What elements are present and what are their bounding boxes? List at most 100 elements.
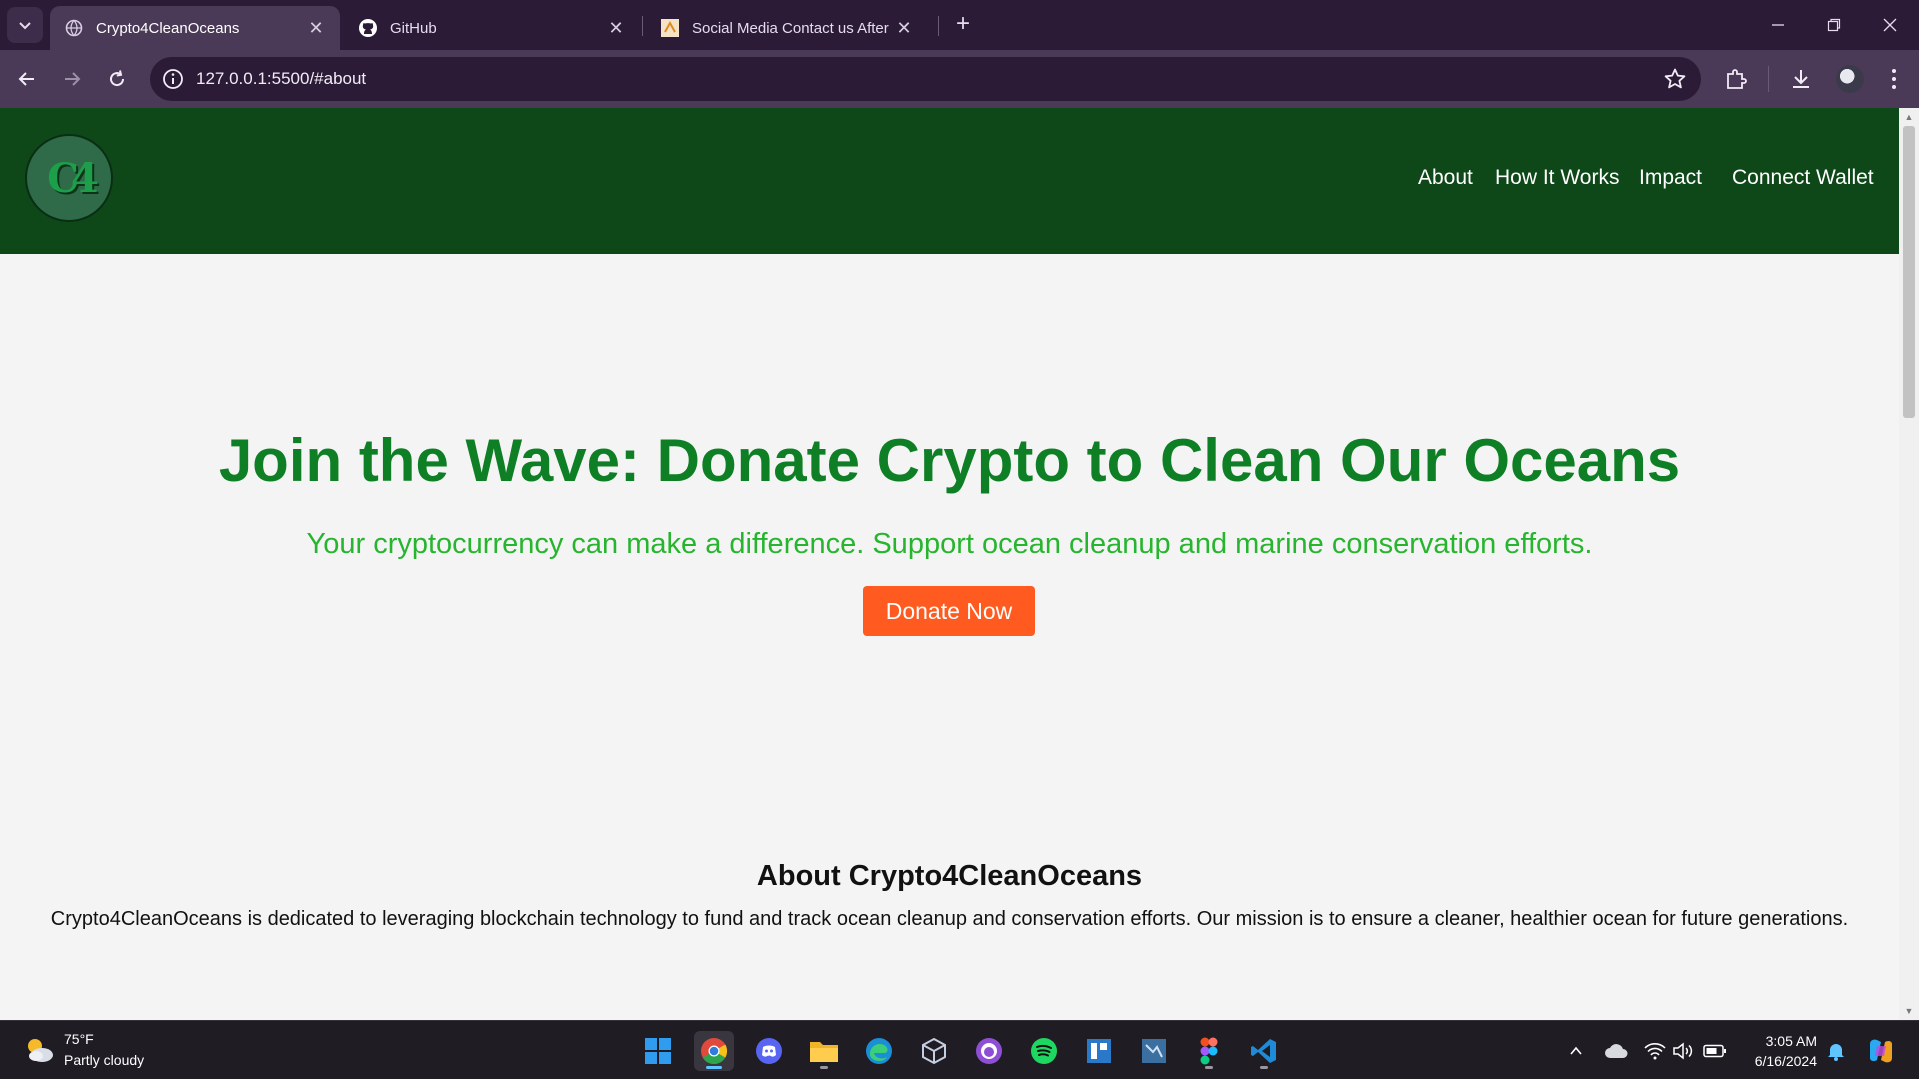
weather-temperature[interactable]: 75°F [64,1031,94,1047]
close-window-button[interactable] [1862,0,1918,50]
taskbar-github-desktop[interactable] [969,1031,1009,1071]
windows-logo-icon [645,1038,671,1064]
more-vertical-icon [1892,69,1896,89]
taskbar-discord[interactable] [749,1031,789,1071]
wifi-icon [1644,1043,1666,1060]
arrow-right-icon [65,72,81,86]
taskbar-chrome[interactable] [694,1031,734,1071]
tab-social-media[interactable]: Social Media Contact us After E ✕ [646,6,928,50]
tab-title: Social Media Contact us After E [692,19,894,37]
url-text[interactable]: 127.0.0.1:5500/#about [196,69,366,89]
tab-title: Crypto4CleanOceans [96,19,240,37]
taskbar-figma[interactable] [1189,1031,1229,1071]
close-icon [1883,18,1897,32]
show-hidden-icons-button[interactable] [1564,1039,1588,1063]
cloud-icon [1605,1044,1628,1058]
reload-icon [110,70,125,87]
nav-how-it-works[interactable]: How It Works [1495,166,1619,190]
chevron-down-icon [19,22,31,30]
toolbar-separator [1768,66,1769,92]
github-desktop-icon [976,1038,1002,1064]
site-logo[interactable]: C4 [25,134,113,222]
scrollbar-thumb[interactable] [1903,126,1915,418]
globe-icon [64,18,84,38]
weather-partly-cloudy-icon[interactable] [22,1033,56,1067]
new-tab-button[interactable]: + [948,10,978,40]
clock-date[interactable]: 6/16/2024 [1755,1053,1817,1069]
spotify-icon [1031,1038,1057,1064]
taskbar-edge[interactable] [859,1031,899,1071]
volume-tray[interactable] [1671,1039,1695,1063]
chevron-up-icon [1570,1046,1582,1055]
minimize-button[interactable] [1750,0,1806,50]
github-icon [358,18,378,38]
copilot-button[interactable] [1866,1036,1896,1066]
clock-time[interactable]: 3:05 AM [1766,1033,1817,1049]
scroll-up-arrow-icon[interactable]: ▲ [1904,112,1914,122]
reload-button[interactable] [100,62,134,96]
arrow-left-icon [18,72,34,86]
puzzle-icon [1727,69,1747,89]
profile-avatar[interactable] [1836,65,1864,93]
logo-text: C4 [47,154,99,202]
chrome-icon [701,1038,728,1065]
hero-subtitle: Your cryptocurrency can make a differenc… [306,528,1593,560]
tab-separator [938,16,939,36]
close-tab-icon[interactable]: ✕ [606,18,626,39]
onedrive-tray[interactable] [1604,1039,1628,1063]
battery-icon [1703,1044,1726,1058]
battery-tray[interactable] [1703,1039,1727,1063]
running-indicator [1260,1066,1268,1069]
extensions-button[interactable] [1722,65,1750,93]
running-indicator [1205,1066,1213,1069]
tab-separator [642,16,643,36]
taskbar-mysql-workbench[interactable] [1134,1031,1174,1071]
download-icon [1793,70,1809,88]
site-header: C4 About How It Works Impact Connect Wal… [0,108,1899,254]
notifications-button[interactable] [1824,1039,1848,1063]
document-favicon-icon [660,18,680,38]
close-tab-icon[interactable]: ✕ [306,18,326,39]
folder-icon [810,1042,838,1062]
taskbar-virtualbox[interactable] [914,1031,954,1071]
discord-icon [756,1038,782,1064]
vscode-icon [1251,1039,1276,1063]
taskbar-file-explorer[interactable] [804,1031,844,1071]
browser-tab-bar: Crypto4CleanOceans ✕ GitHub ✕ Social Med… [0,0,1919,50]
active-indicator [706,1066,722,1069]
forward-button[interactable] [55,62,89,96]
close-tab-icon[interactable]: ✕ [894,18,914,39]
tab-github[interactable]: GitHub ✕ [344,6,640,50]
weather-description[interactable]: Partly cloudy [64,1052,144,1068]
tab-title: GitHub [390,19,437,37]
running-indicator [820,1066,828,1069]
page-scrollbar[interactable]: ▲ ▼ [1899,108,1919,1020]
downloads-button[interactable] [1787,65,1815,93]
site-info-icon[interactable] [162,68,184,90]
bookmark-star-icon[interactable] [1663,67,1687,91]
back-button[interactable] [10,62,44,96]
connect-wallet-button[interactable]: Connect Wallet [1732,166,1874,190]
taskbar-spotify[interactable] [1024,1031,1064,1071]
scroll-down-arrow-icon[interactable]: ▼ [1904,1006,1914,1016]
taskbar-vscode[interactable] [1244,1031,1284,1071]
cube-icon [922,1037,946,1065]
donate-now-button[interactable]: Donate Now [863,586,1035,636]
workbench-icon [1142,1039,1166,1063]
restore-button[interactable] [1806,0,1862,50]
nav-about[interactable]: About [1418,166,1473,190]
windows-taskbar: 75°F Partly cloudy 3:05 AM 6/16/2024 [0,1020,1919,1079]
nav-impact[interactable]: Impact [1639,166,1702,190]
tab-search-button[interactable] [7,7,43,43]
address-bar[interactable]: 127.0.0.1:5500/#about [150,57,1701,101]
hero-title: Join the Wave: Donate Crypto to Clean Ou… [218,427,1681,494]
about-heading: About Crypto4CleanOceans [756,860,1143,892]
app-tile-icon [1087,1039,1111,1063]
wifi-tray[interactable] [1643,1039,1667,1063]
figma-icon [1200,1037,1218,1065]
taskbar-app-tile[interactable] [1079,1031,1119,1071]
tab-crypto4cleanoceans[interactable]: Crypto4CleanOceans ✕ [50,6,340,50]
copilot-icon [1870,1039,1892,1063]
windows-start-button[interactable] [638,1031,678,1071]
chrome-menu-button[interactable] [1880,65,1908,93]
